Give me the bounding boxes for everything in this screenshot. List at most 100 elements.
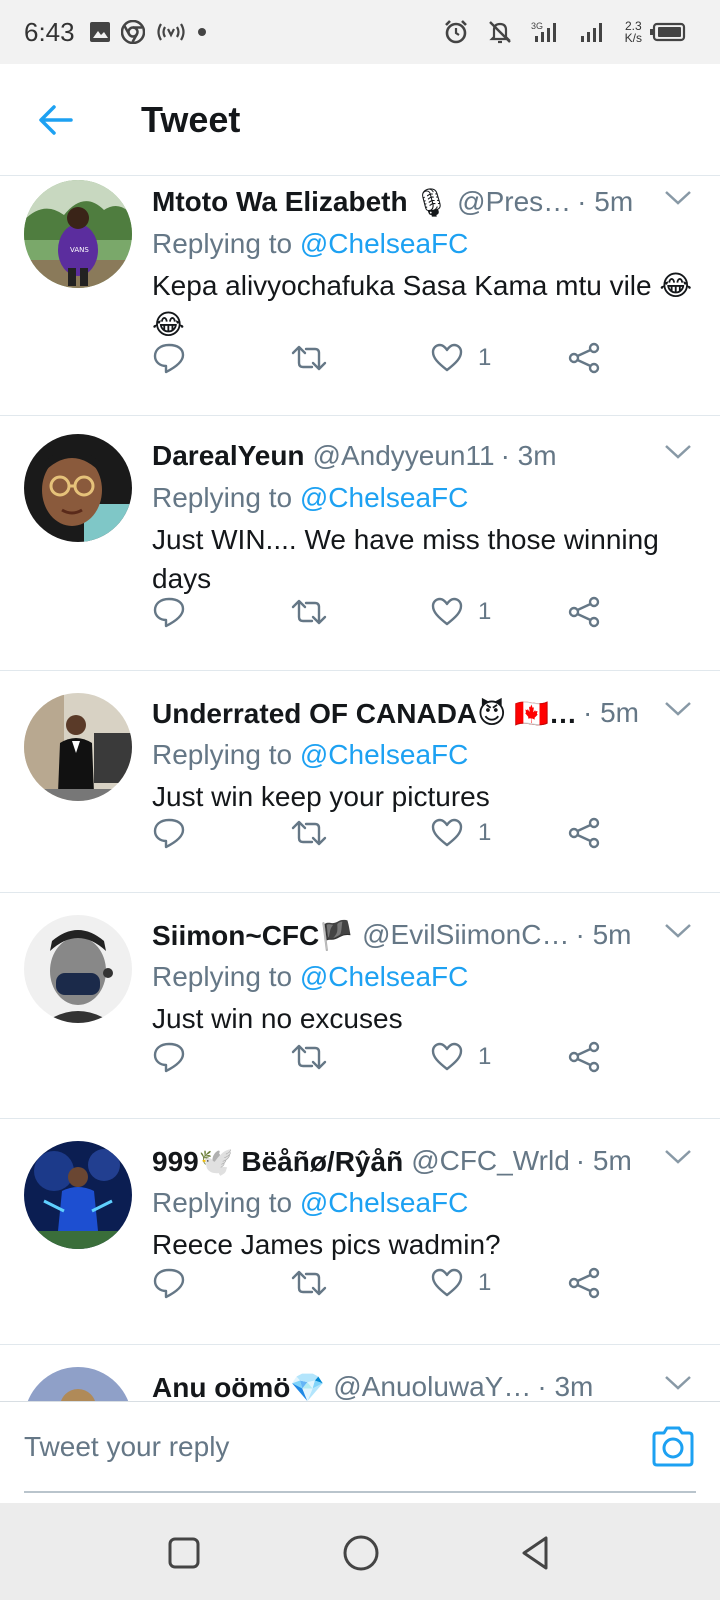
reply-feed[interactable]: VANS Mtoto Wa Elizabeth 🎙 @Pres… · 5m Re… bbox=[0, 176, 720, 1401]
like-count: 1 bbox=[478, 1269, 492, 1296]
share-nodes-icon bbox=[568, 1267, 600, 1299]
svg-text:3G: 3G bbox=[531, 21, 543, 31]
microphone-icon: 🎙 bbox=[413, 186, 450, 218]
reply-button[interactable] bbox=[152, 596, 186, 628]
mention-link[interactable]: @ChelseaFC bbox=[300, 482, 468, 513]
author-name[interactable]: Siimon~CFC🏴 bbox=[152, 919, 354, 952]
camera-button[interactable] bbox=[650, 1424, 696, 1468]
mute-icon bbox=[487, 19, 513, 45]
like-count: 1 bbox=[478, 819, 492, 846]
like-button[interactable]: 1 bbox=[430, 597, 491, 627]
like-button[interactable]: 1 bbox=[430, 1268, 491, 1298]
recents-button[interactable] bbox=[164, 1533, 204, 1573]
avatar[interactable] bbox=[24, 693, 132, 801]
status-right: 3G 2.3 K/s bbox=[443, 19, 696, 45]
author-name[interactable]: Mtoto Wa Elizabeth bbox=[152, 186, 408, 218]
avatar[interactable] bbox=[24, 1141, 132, 1249]
author-handle[interactable]: @Pres… bbox=[457, 186, 571, 218]
tweet-item[interactable]: Underrated OF CANADA😈 🇨🇦… · 5m Replying … bbox=[0, 671, 720, 893]
author-name[interactable]: Underrated OF CANADA😈 🇨🇦… bbox=[152, 697, 577, 730]
tweet-header: Siimon~CFC🏴 @EvilSiimonC… · 5m bbox=[152, 915, 696, 955]
replying-to: Replying to @ChelseaFC bbox=[152, 739, 469, 770]
arrow-left-icon bbox=[39, 104, 73, 135]
chevron-down-icon[interactable] bbox=[660, 186, 696, 210]
replying-to: Replying to @ChelseaFC bbox=[152, 961, 469, 992]
reply-underline bbox=[24, 1491, 696, 1493]
comment-bubble-icon bbox=[153, 343, 185, 374]
share-button[interactable] bbox=[568, 1267, 600, 1299]
retweet-button[interactable] bbox=[290, 1268, 328, 1298]
chevron-down-icon[interactable] bbox=[660, 440, 696, 464]
chevron-down-icon[interactable] bbox=[660, 1145, 696, 1169]
tweet-item[interactable]: 999🕊️ Bëåñø/Rŷåñ @CFC_Wrld · 5m Replying… bbox=[0, 1119, 720, 1345]
reply-button[interactable] bbox=[152, 342, 186, 374]
avatar[interactable] bbox=[24, 1367, 132, 1401]
author-name[interactable]: DarealYeun bbox=[152, 440, 305, 472]
notification-dot-icon bbox=[197, 27, 207, 37]
tweet-item[interactable]: Siimon~CFC🏴 @EvilSiimonC… · 5m Replying … bbox=[0, 893, 720, 1119]
heart-outline-icon bbox=[431, 1268, 463, 1297]
chevron-down-icon[interactable] bbox=[660, 919, 696, 943]
retweet-button[interactable] bbox=[290, 1042, 328, 1072]
author-name[interactable]: 999🕊️ Bëåñø/Rŷåñ bbox=[152, 1145, 403, 1178]
tweet-text: Just win no excuses bbox=[152, 1003, 403, 1034]
avatar[interactable] bbox=[24, 434, 132, 542]
mention-link[interactable]: @ChelseaFC bbox=[300, 228, 468, 259]
reply-input[interactable] bbox=[24, 1422, 634, 1472]
share-nodes-icon bbox=[568, 342, 600, 374]
home-button[interactable] bbox=[340, 1532, 382, 1574]
reply-button[interactable] bbox=[152, 1267, 186, 1299]
retweet-button[interactable] bbox=[290, 818, 328, 848]
back-button[interactable] bbox=[26, 90, 86, 150]
share-nodes-icon bbox=[568, 817, 600, 849]
svg-text:VANS: VANS bbox=[70, 246, 89, 254]
status-bar: 6:43 3G 2.3 K/s bbox=[0, 0, 720, 64]
like-count: 1 bbox=[478, 1043, 492, 1070]
system-nav-bar bbox=[0, 1503, 720, 1600]
chevron-down-icon[interactable] bbox=[660, 1371, 696, 1395]
tweet-time: · 5m bbox=[582, 697, 639, 728]
reply-button[interactable] bbox=[152, 1041, 186, 1073]
avatar[interactable] bbox=[24, 915, 132, 1023]
author-handle[interactable]: @CFC_Wrld bbox=[411, 1145, 570, 1177]
tweet-header: DarealYeun @Andyyeun11 · 3m bbox=[152, 436, 696, 476]
square-icon bbox=[168, 1537, 200, 1569]
share-button[interactable] bbox=[568, 596, 600, 628]
like-count: 1 bbox=[478, 598, 492, 625]
tweet-item[interactable]: VANS Mtoto Wa Elizabeth 🎙 @Pres… · 5m Re… bbox=[0, 176, 720, 416]
retweet-icon bbox=[291, 1044, 327, 1070]
heart-outline-icon bbox=[431, 597, 463, 626]
tweet-content: Anu oömö💎 @AnuoluwaY… · 3m bbox=[152, 1345, 696, 1401]
back-nav-button[interactable] bbox=[516, 1533, 556, 1573]
author-handle[interactable]: @EvilSiimonC… bbox=[362, 919, 569, 951]
tweet-item[interactable]: Anu oömö💎 @AnuoluwaY… · 3m bbox=[0, 1345, 720, 1401]
tweet-text: Kepa alivyochafuka Sasa Kama mtu vile 😂😂 bbox=[152, 270, 693, 340]
reply-button[interactable] bbox=[152, 817, 186, 849]
share-button[interactable] bbox=[568, 1041, 600, 1073]
chevron-down-icon[interactable] bbox=[660, 697, 696, 721]
share-button[interactable] bbox=[568, 342, 600, 374]
tweet-text: Just WIN.... We have miss those winning … bbox=[152, 524, 659, 594]
mention-link[interactable]: @ChelseaFC bbox=[300, 961, 468, 992]
avatar[interactable]: VANS bbox=[24, 180, 132, 288]
tweet-item[interactable]: DarealYeun @Andyyeun11 · 3m Replying to … bbox=[0, 416, 720, 671]
heart-outline-icon bbox=[431, 343, 463, 372]
author-handle[interactable]: @AnuoluwaY… bbox=[333, 1371, 531, 1401]
like-button[interactable]: 1 bbox=[430, 1042, 491, 1072]
share-button[interactable] bbox=[568, 817, 600, 849]
author-handle[interactable]: @Andyyeun11 bbox=[313, 440, 495, 472]
retweet-icon bbox=[291, 820, 327, 846]
author-name[interactable]: Anu oömö💎 bbox=[152, 1371, 325, 1402]
retweet-button[interactable] bbox=[290, 343, 328, 373]
tweet-header: 999🕊️ Bëåñø/Rŷåñ @CFC_Wrld · 5m bbox=[152, 1141, 696, 1181]
like-button[interactable]: 1 bbox=[430, 818, 491, 848]
chrome-icon bbox=[120, 20, 145, 44]
tweet-time: · 5m bbox=[577, 186, 634, 217]
tweet-text: Reece James pics wadmin? bbox=[152, 1229, 501, 1260]
retweet-button[interactable] bbox=[290, 597, 328, 627]
like-button[interactable]: 1 bbox=[430, 343, 491, 373]
mention-link[interactable]: @ChelseaFC bbox=[300, 739, 468, 770]
mention-link[interactable]: @ChelseaFC bbox=[300, 1187, 468, 1218]
comment-bubble-icon bbox=[153, 1268, 185, 1299]
reply-bar bbox=[0, 1401, 720, 1503]
